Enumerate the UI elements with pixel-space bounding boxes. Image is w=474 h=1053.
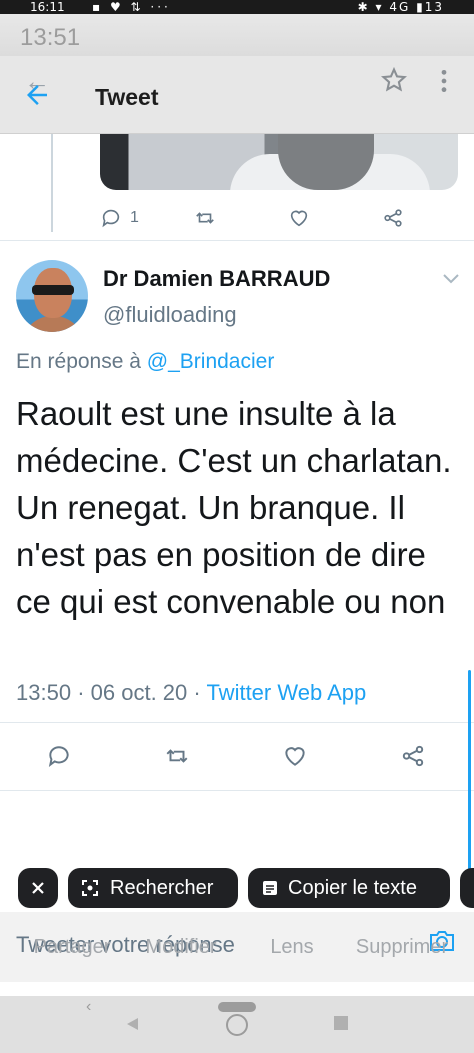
nav-back-icon[interactable] <box>124 1016 140 1032</box>
reply-icon <box>48 746 69 767</box>
tweet-meta: 13:50 · 06 oct. 20 · Twitter Web App <box>16 680 366 706</box>
more-chip[interactable] <box>460 868 474 908</box>
tweet-text: Raoult est une insulte à la médecine. C'… <box>16 395 452 620</box>
tweet-date: 06 oct. 20 <box>90 680 188 705</box>
close-button[interactable] <box>18 868 58 908</box>
lens-search-icon <box>82 880 98 896</box>
meta-separator-2: · <box>193 680 201 705</box>
system-nav-bar: ‹ <box>0 996 474 1053</box>
reply-mention-link[interactable]: @_Brindacier <box>147 350 275 373</box>
tweet-actions <box>0 742 474 776</box>
share-edit-label: Partager <box>33 936 111 958</box>
share-icon <box>384 209 402 227</box>
app-header: ← Tweet <box>0 56 474 134</box>
heart-icon <box>285 747 305 766</box>
battery-level: 13 <box>424 0 444 14</box>
status-time: 16:11 <box>30 0 65 14</box>
copy-text-label: Copier le texte <box>288 876 417 899</box>
tweet-source-app[interactable]: Twitter Web App <box>206 680 366 705</box>
close-icon <box>32 882 44 894</box>
chevron-down-icon[interactable] <box>442 272 460 286</box>
status-bar: 16:11 ▪ ♥ ⇅ ··· ✱ ▾ 4G ▮13 13:51 <box>0 0 474 56</box>
heart-icon <box>290 210 308 227</box>
delete-button[interactable]: Supprimer <box>342 936 462 959</box>
reply-prefix: En réponse à <box>16 350 141 373</box>
previous-tweet-media[interactable] <box>100 134 458 190</box>
nav-home-icon[interactable] <box>226 1014 248 1036</box>
status-time-ghost: 13:51 <box>20 24 81 51</box>
previous-tweet-actions: 1 <box>100 204 420 232</box>
modify-label: Modifier <box>145 936 217 958</box>
divider <box>0 722 474 723</box>
share-edit-button[interactable]: Partager <box>12 936 132 959</box>
avatar[interactable] <box>16 260 88 332</box>
divider <box>0 790 474 791</box>
notification-icons: ▪ ♥ ⇅ ··· <box>92 0 171 14</box>
screenshot-edit-bar: Partager Modifier Lens Supprimer <box>0 936 474 996</box>
star-icon[interactable] <box>380 66 408 94</box>
gesture-pill[interactable] <box>218 1002 256 1012</box>
reply-action[interactable] <box>46 742 72 770</box>
avatar-body <box>22 316 84 332</box>
status-right: ✱ ▾ 4G ▮13 <box>357 0 444 14</box>
share-action[interactable] <box>382 204 404 232</box>
retweet-action[interactable] <box>164 742 190 770</box>
delete-label: Supprimer <box>355 936 449 958</box>
retweet-icon <box>196 212 214 224</box>
search-label: Rechercher <box>110 876 214 899</box>
retweet-action[interactable] <box>194 204 216 232</box>
network-label: 4G <box>389 0 411 14</box>
scrollbar[interactable] <box>468 670 471 880</box>
author-name[interactable]: Dr Damien BARRAUD <box>103 266 330 292</box>
thread-line <box>51 134 53 232</box>
share-action[interactable] <box>400 742 426 770</box>
lens-label: Lens <box>270 936 314 958</box>
author-handle[interactable]: @fluidloading <box>103 302 237 328</box>
status-bar-top: 16:11 ▪ ♥ ⇅ ··· ✱ ▾ 4G ▮13 <box>0 0 474 14</box>
copy-text-icon <box>263 881 277 895</box>
lens-button[interactable]: Lens <box>232 936 352 959</box>
retweet-icon <box>166 749 188 763</box>
share-icon <box>402 745 424 767</box>
tweet-time: 13:50 <box>16 680 72 705</box>
page-title: Tweet <box>95 84 159 110</box>
nav-recents-icon[interactable] <box>334 1016 348 1030</box>
like-action[interactable] <box>288 204 310 232</box>
reply-icon <box>102 209 120 228</box>
chevron-left-icon[interactable]: ‹ <box>86 998 91 1016</box>
divider <box>0 240 474 241</box>
more-vertical-icon[interactable] <box>438 68 450 94</box>
like-action[interactable] <box>282 742 308 770</box>
search-button[interactable]: Rechercher <box>68 868 238 908</box>
reply-count: 1 <box>130 209 139 226</box>
back-arrow-icon[interactable] <box>22 80 52 110</box>
lens-action-bar: Rechercher Copier le texte <box>0 868 474 912</box>
reply-action[interactable]: 1 <box>100 204 139 232</box>
avatar-sunglasses <box>32 285 74 295</box>
modify-button[interactable]: Modifier <box>121 936 241 959</box>
copy-text-button[interactable]: Copier le texte <box>248 868 450 908</box>
meta-separator: · <box>77 680 85 705</box>
reply-context: En réponse à @_Brindacier <box>16 350 274 374</box>
